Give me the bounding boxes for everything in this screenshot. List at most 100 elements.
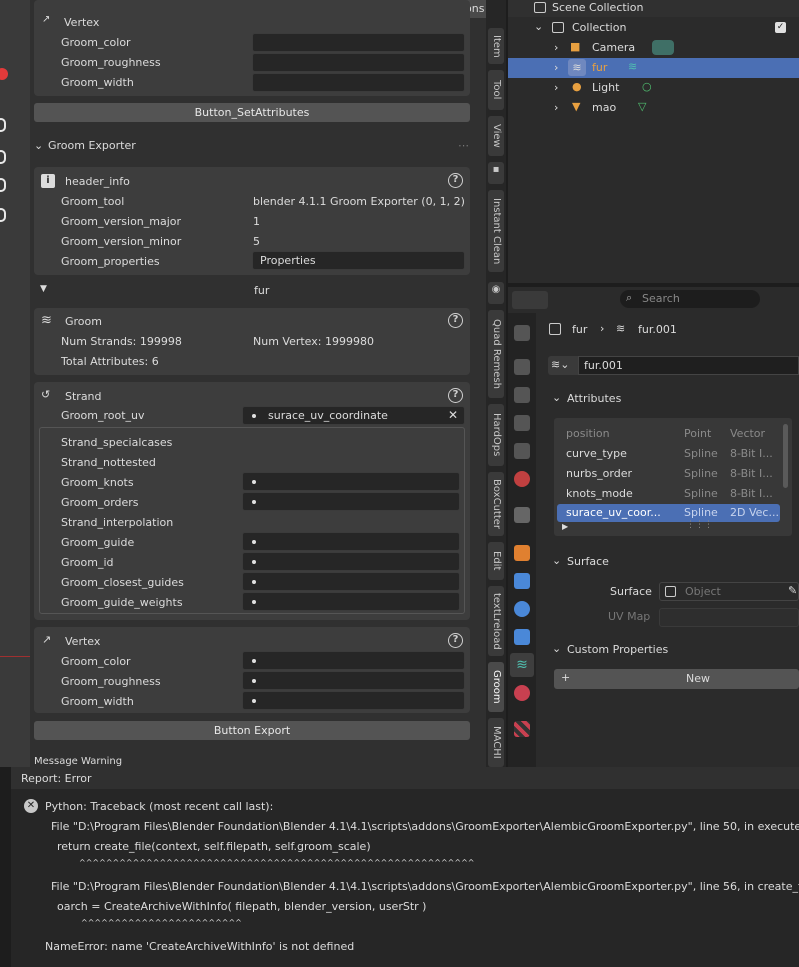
fur-section-title[interactable]: fur xyxy=(254,284,269,297)
groom-orders-field[interactable] xyxy=(242,492,460,511)
export-button[interactable]: Button Export xyxy=(34,721,470,740)
groom-roughness-field[interactable] xyxy=(242,671,465,690)
error-message: NameError: name 'CreateArchiveWithInfo' … xyxy=(45,940,355,953)
tab-machin[interactable]: MACHI xyxy=(488,718,504,767)
list-item-selected[interactable]: surace_uv_coor... Spline 2D Vec... xyxy=(557,504,780,522)
groom-guide-weights-field[interactable] xyxy=(242,592,460,611)
list-item[interactable]: knots_mode Spline 8-Bit I... xyxy=(554,482,782,502)
hand-icon[interactable] xyxy=(0,150,6,164)
texture-icon[interactable] xyxy=(514,721,530,737)
new-property-button[interactable]: + New xyxy=(554,669,799,689)
editor-type-dropdown[interactable] xyxy=(512,291,548,309)
light-label: Light xyxy=(592,81,620,94)
output-icon[interactable] xyxy=(514,387,530,403)
camera-view-icon[interactable] xyxy=(0,178,6,192)
scene-icon[interactable] xyxy=(514,443,530,459)
hair-data-tab-icon[interactable]: ≋ xyxy=(510,653,534,677)
globe-icon[interactable]: ◉ xyxy=(488,282,504,304)
chevron-right-icon[interactable]: › xyxy=(554,41,558,54)
checkbox-icon[interactable]: ✓ xyxy=(775,22,786,33)
chevron-down-icon[interactable]: ⌄ xyxy=(534,20,543,33)
groom-properties-field[interactable]: Properties xyxy=(252,251,465,270)
set-attributes-button[interactable]: Button_SetAttributes xyxy=(34,103,470,122)
chevron-down-icon[interactable]: ⌄ xyxy=(34,139,43,152)
list-item[interactable]: nurbs_order Spline 8-Bit I... xyxy=(554,462,782,482)
surface-object-field[interactable]: Object ✎ xyxy=(659,582,799,601)
groom-color-field[interactable] xyxy=(252,33,465,52)
custom-properties-title[interactable]: Custom Properties xyxy=(567,643,668,656)
chevron-right-icon[interactable]: › xyxy=(554,61,558,74)
zoom-icon[interactable] xyxy=(0,118,6,132)
version-minor-label: Groom_version_minor xyxy=(61,235,182,248)
collection-icon[interactable] xyxy=(514,507,530,523)
tab-boxcutter[interactable]: BoxCutter xyxy=(488,472,504,536)
groom-id-field[interactable] xyxy=(242,552,460,571)
groom-color-field[interactable] xyxy=(242,651,465,670)
view-layer-icon[interactable] xyxy=(514,415,530,431)
help-icon[interactable]: ? xyxy=(448,388,463,403)
pin-icon[interactable]: ▪ xyxy=(488,162,504,184)
search-input[interactable]: ⌕ Search xyxy=(620,290,760,308)
tab-groom[interactable]: Groom xyxy=(488,662,504,712)
chevron-down-icon[interactable]: ⌄ xyxy=(552,642,561,655)
chevron-right-icon[interactable]: › xyxy=(554,101,558,114)
outliner-item-fur[interactable]: › ≋ fur ≋ xyxy=(508,58,799,78)
eyedropper-icon[interactable]: ✎ xyxy=(788,584,797,597)
record-dot-icon[interactable] xyxy=(0,68,8,80)
strand-attributes-box: Strand_specialcases Strand_nottested Gro… xyxy=(39,427,465,614)
physics-icon[interactable] xyxy=(514,629,530,645)
help-icon[interactable]: ? xyxy=(448,173,463,188)
num-vertex: Num Vertex: 1999980 xyxy=(253,335,374,348)
drag-handle-icon[interactable]: ⋯ xyxy=(458,139,469,152)
groom-knots-field[interactable] xyxy=(242,472,460,491)
tab-tool[interactable]: Tool xyxy=(488,70,504,110)
chevron-down-icon[interactable]: ⌄ xyxy=(552,391,561,404)
material-icon[interactable] xyxy=(514,685,530,701)
surface-title[interactable]: Surface xyxy=(567,555,609,568)
datablock-browse[interactable]: ≋⌄ xyxy=(548,356,578,375)
tab-view[interactable]: View xyxy=(488,116,504,156)
tab-instant-clean[interactable]: Instant Clean xyxy=(488,190,504,272)
triangle-down-icon[interactable]: ▼ xyxy=(40,284,47,294)
particles-icon[interactable] xyxy=(514,601,530,617)
chevron-down-icon[interactable]: ⌄ xyxy=(552,554,561,567)
attributes-title[interactable]: Attributes xyxy=(567,392,621,405)
help-icon[interactable]: ? xyxy=(448,633,463,648)
tab-item[interactable]: Item xyxy=(488,28,504,64)
scene-collection-row[interactable]: Scene Collection xyxy=(508,0,799,17)
groom-width-field[interactable] xyxy=(252,73,465,92)
outliner-item-mao[interactable]: › ▼ mao ▽ xyxy=(508,98,799,118)
world-icon[interactable] xyxy=(514,471,530,487)
modifier-icon[interactable] xyxy=(514,573,530,589)
list-item[interactable]: curve_type Spline 8-Bit I... xyxy=(554,442,782,462)
scrollbar[interactable] xyxy=(783,424,788,488)
groom-closest-guides-field[interactable] xyxy=(242,572,460,591)
viewport[interactable] xyxy=(0,0,30,767)
tool-icon[interactable] xyxy=(514,325,530,341)
attributes-list[interactable]: position Point Vector curve_type Spline … xyxy=(554,418,792,536)
breadcrumb-data[interactable]: fur.001 xyxy=(638,323,677,336)
outliner-item-light[interactable]: › ● Light ○ xyxy=(508,78,799,98)
ortho-icon[interactable] xyxy=(0,208,6,222)
groom-width-field[interactable] xyxy=(242,691,465,710)
tab-quad-remesh[interactable]: Quad Remesh xyxy=(488,310,504,398)
groom-roughness-field[interactable] xyxy=(252,53,465,72)
tab-textlreload[interactable]: textLreload xyxy=(488,586,504,656)
triangle-right-icon[interactable]: ▶ xyxy=(562,522,568,531)
collection-row[interactable]: ⌄ Collection ✓ xyxy=(508,18,799,38)
resize-handle-icon[interactable]: ⋮⋮⋮ xyxy=(686,520,713,530)
message-warning-header[interactable]: Message Warning xyxy=(34,756,122,767)
help-icon[interactable]: ? xyxy=(448,313,463,328)
groom-exporter-title[interactable]: Groom Exporter xyxy=(48,139,136,152)
chevron-right-icon[interactable]: › xyxy=(554,81,558,94)
tab-edit[interactable]: Edit xyxy=(488,542,504,580)
breadcrumb-object[interactable]: fur xyxy=(572,323,587,336)
datablock-name-field[interactable]: fur.001 xyxy=(578,356,799,375)
groom-guide-field[interactable] xyxy=(242,532,460,551)
outliner-item-camera[interactable]: › ■ Camera xyxy=(508,38,799,58)
object-icon[interactable] xyxy=(514,545,530,561)
tab-hardops[interactable]: HardOps xyxy=(488,404,504,466)
render-icon[interactable] xyxy=(514,359,530,375)
close-icon[interactable]: ✕ xyxy=(448,408,458,422)
root-uv-field[interactable]: surace_uv_coordinate ✕ xyxy=(242,406,465,425)
